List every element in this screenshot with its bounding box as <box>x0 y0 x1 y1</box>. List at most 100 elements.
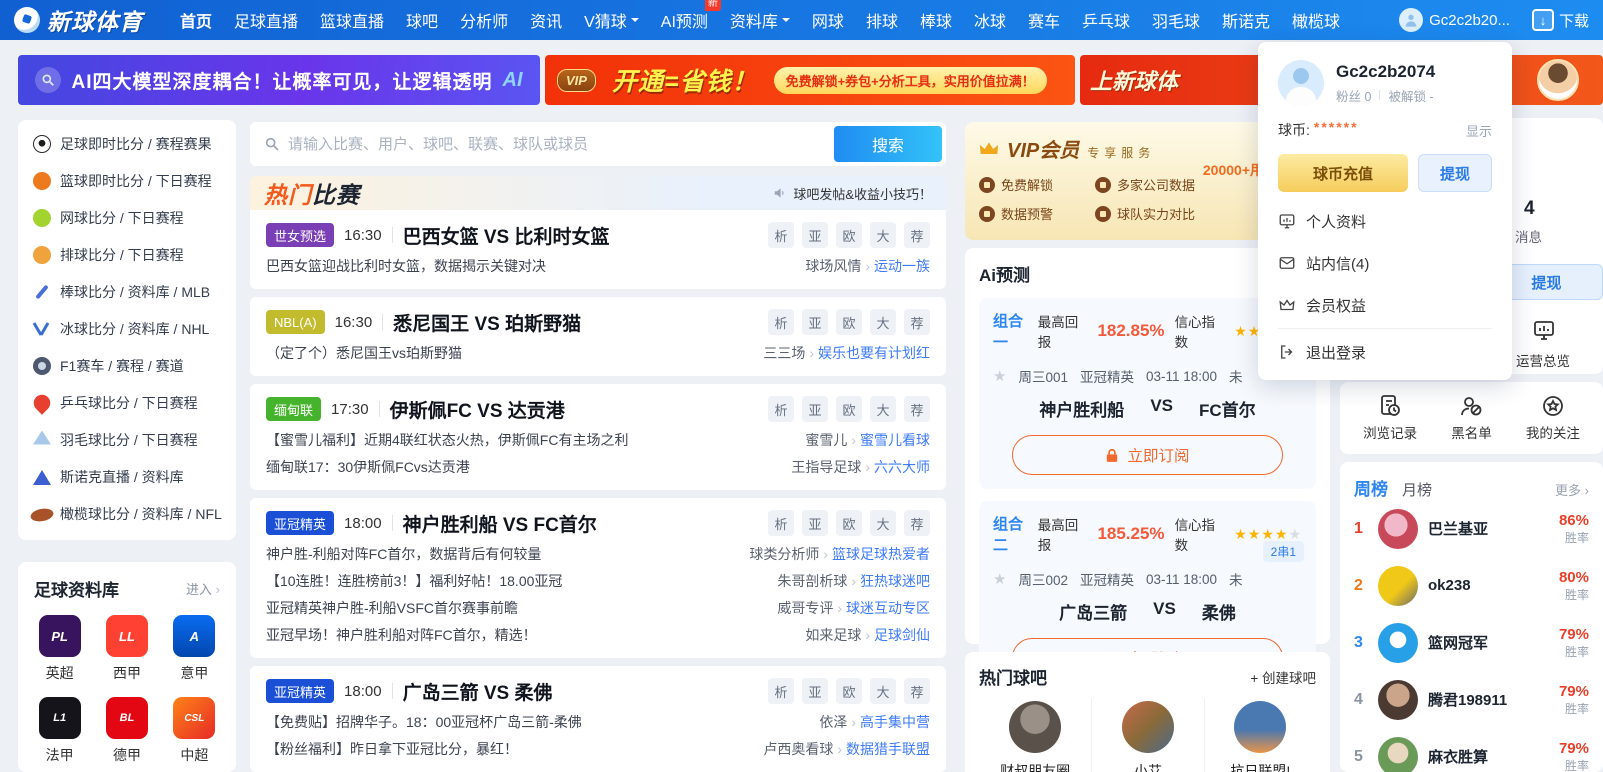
sidebar-item-f1[interactable]: F1赛车 / 赛程 / 赛道 <box>18 347 236 384</box>
sidebar-item-hockey[interactable]: 冰球比分 / 资料库 / NHL <box>18 310 236 347</box>
league-bundesliga[interactable]: 德甲 <box>93 697 160 765</box>
tag-analysis[interactable]: 析 <box>768 510 794 536</box>
nav-baseball[interactable]: 棒球 <box>920 8 952 32</box>
download-button[interactable]: ↓ 下载 <box>1531 9 1589 31</box>
tag-europe[interactable]: 欧 <box>836 396 862 422</box>
combo-name[interactable]: 组合一 <box>993 310 1038 352</box>
match-title[interactable]: 巴西女篮 VS 比利时女篮 <box>403 222 610 249</box>
nav-vguess[interactable]: V猜球 <box>584 8 639 32</box>
bar-link[interactable]: 数据猎手联盟 <box>846 739 930 759</box>
browse-history-button[interactable]: 浏览记录 <box>1363 394 1417 442</box>
bar-link[interactable]: 蜜雪儿看球 <box>860 430 930 450</box>
tab-monthly[interactable]: 月榜 <box>1402 479 1432 500</box>
sidebar-item-baseball[interactable]: 棒球比分 / 资料库 / MLB <box>18 273 236 310</box>
tag-asia[interactable]: 亚 <box>802 678 828 704</box>
tag-europe[interactable]: 欧 <box>836 510 862 536</box>
nav-rugby[interactable]: 橄榄球 <box>1292 8 1340 32</box>
nav-snooker[interactable]: 斯诺克 <box>1222 8 1270 32</box>
post-title[interactable]: 神户胜-利船对阵FC首尔，数据背后有何较量 <box>266 544 541 564</box>
bar-link[interactable]: 篮球足球热爱者 <box>832 544 930 564</box>
tag-asia[interactable]: 亚 <box>802 510 828 536</box>
menu-profile[interactable]: 个人资料 <box>1278 200 1492 242</box>
more-link[interactable]: 更多 <box>1555 480 1589 499</box>
tag-recommend[interactable]: 荐 <box>904 309 930 335</box>
recharge-button[interactable]: 球币充值 <box>1278 154 1408 192</box>
tag-big[interactable]: 大 <box>870 396 896 422</box>
tag-europe[interactable]: 欧 <box>836 678 862 704</box>
post-title[interactable]: （定了个）悉尼国王vs珀斯野猫 <box>266 343 462 363</box>
overview-chart-icon[interactable] <box>1532 318 1556 347</box>
match-title[interactable]: 伊斯佩FC VS 达贡港 <box>390 396 565 423</box>
nav-racing[interactable]: 赛车 <box>1028 8 1060 32</box>
tag-recommend[interactable]: 荐 <box>904 396 930 422</box>
rank-row[interactable]: 2 ok238 80% 胜率 <box>1354 557 1589 614</box>
match-title[interactable]: 悉尼国王 VS 珀斯野猫 <box>393 309 581 336</box>
post-title[interactable]: 巴西女篮迎战比利时女篮，数据揭示关键对决 <box>266 256 546 276</box>
star-icon[interactable] <box>993 570 1006 588</box>
nav-volleyball[interactable]: 排球 <box>866 8 898 32</box>
league-laliga[interactable]: 西甲 <box>93 615 160 683</box>
rank-row[interactable]: 5 麻衣胜算 79% 胜率 <box>1354 728 1589 772</box>
ai-model-banner[interactable]: AI四大模型深度耦合！让概率可见，让逻辑透明 AI <box>18 55 540 105</box>
bar-link[interactable]: 运动一族 <box>874 256 930 276</box>
match-title[interactable]: 神户胜利船 VS FC首尔 <box>403 510 597 537</box>
message-label[interactable]: 消息 <box>1515 226 1542 246</box>
tag-recommend[interactable]: 荐 <box>904 678 930 704</box>
tag-recommend[interactable]: 荐 <box>904 222 930 248</box>
tag-europe[interactable]: 欧 <box>836 309 862 335</box>
post-title[interactable]: 缅甸联17：30伊斯佩FCvs达贡港 <box>266 457 470 477</box>
rank-row[interactable]: 3 篮网冠军 79% 胜率 <box>1354 614 1589 671</box>
tag-asia[interactable]: 亚 <box>802 222 828 248</box>
sidebar-item-badminton[interactable]: 羽毛球比分 / 下日赛程 <box>18 421 236 458</box>
league-csl[interactable]: 中超 <box>161 697 228 765</box>
bar-link[interactable]: 六六大师 <box>874 457 930 477</box>
tag-analysis[interactable]: 析 <box>768 678 794 704</box>
db-enter-link[interactable]: 进入 <box>186 579 220 598</box>
nav-user-entry[interactable]: Gc2c2b20... ↓ 下载 <box>1399 8 1589 32</box>
league-seriea[interactable]: 意甲 <box>161 615 228 683</box>
bar-link[interactable]: 高手集中营 <box>860 712 930 732</box>
search-button[interactable]: 搜索 <box>834 126 942 162</box>
post-title[interactable]: 【10连胜！连胜榜前3！】福利好帖！18.00亚冠 <box>266 571 562 591</box>
league-ligue1[interactable]: 法甲 <box>26 697 93 765</box>
sidebar-item-football[interactable]: 足球即时比分 / 赛程赛果 <box>18 125 236 162</box>
tag-europe[interactable]: 欧 <box>836 222 862 248</box>
site-logo[interactable]: 新球体育 <box>14 3 143 37</box>
my-follows-button[interactable]: 我的关注 <box>1526 394 1580 442</box>
blacklist-button[interactable]: 黑名单 <box>1451 394 1492 442</box>
show-balance-toggle[interactable]: 显示 <box>1466 121 1492 140</box>
post-title[interactable]: 【粉丝福利】昨日拿下亚冠比分，暴红！ <box>266 739 518 759</box>
combo-name[interactable]: 组合二 <box>993 513 1038 555</box>
tag-asia[interactable]: 亚 <box>802 396 828 422</box>
nav-database[interactable]: 资料库 <box>730 8 790 32</box>
match-title[interactable]: 广岛三箭 VS 柔佛 <box>403 678 553 705</box>
create-bar-button[interactable]: + 创建球吧 <box>1250 667 1316 687</box>
bar-item[interactable]: 抗日联盟! <box>1203 699 1316 772</box>
rank-row[interactable]: 4 腾君198911 79% 胜率 <box>1354 671 1589 728</box>
tag-big[interactable]: 大 <box>870 309 896 335</box>
post-title[interactable]: 亚冠精英神户胜-利船VSFC首尔赛事前瞻 <box>266 598 518 618</box>
nav-bar[interactable]: 球吧 <box>406 8 438 32</box>
nav-basketball-live[interactable]: 篮球直播 <box>320 8 384 32</box>
search-input[interactable] <box>288 135 834 153</box>
post-title[interactable]: 【蜜雪儿福利】近期4联红状态火热，伊斯佩FC有主场之利 <box>266 430 628 450</box>
menu-inbox[interactable]: 站内信(4) <box>1278 242 1492 284</box>
sidebar-item-snooker[interactable]: 斯诺克直播 / 资料库 <box>18 458 236 495</box>
tag-big[interactable]: 大 <box>870 678 896 704</box>
bar-link[interactable]: 球迷互动专区 <box>846 598 930 618</box>
tag-asia[interactable]: 亚 <box>802 309 828 335</box>
bar-link[interactable]: 娱乐也要有计划红 <box>818 343 930 363</box>
nav-news[interactable]: 资讯 <box>530 8 562 32</box>
sidebar-item-basketball[interactable]: 篮球即时比分 / 下日赛程 <box>18 162 236 199</box>
bar-link[interactable]: 狂热球迷吧 <box>860 571 930 591</box>
nav-football-live[interactable]: 足球直播 <box>234 8 298 32</box>
tag-analysis[interactable]: 析 <box>768 309 794 335</box>
sidebar-item-volleyball[interactable]: 排球比分 / 下日赛程 <box>18 236 236 273</box>
tag-big[interactable]: 大 <box>870 510 896 536</box>
bar-tip-link[interactable]: 球吧发帖&收益小技巧！ <box>773 184 932 203</box>
tab-weekly[interactable]: 周榜 <box>1354 475 1388 500</box>
post-title[interactable]: 亚冠早场！神户胜利船对阵FC首尔，精选！ <box>266 625 537 645</box>
post-title[interactable]: 【免费贴】招牌华子。18：00亚冠杯广岛三箭-柔佛 <box>266 712 582 732</box>
nav-home[interactable]: 首页 <box>180 8 212 32</box>
sidebar-item-rugby[interactable]: 橄榄球比分 / 资料库 / NFL <box>18 495 236 532</box>
